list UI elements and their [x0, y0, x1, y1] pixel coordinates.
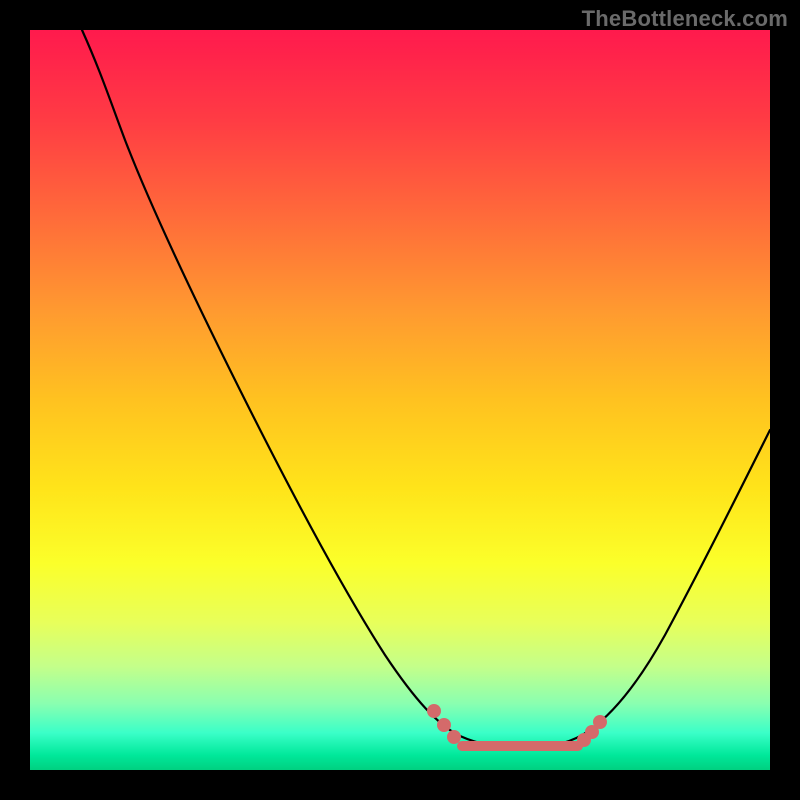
curve-svg — [30, 30, 770, 770]
dot-3 — [447, 730, 461, 744]
plot-area — [30, 30, 770, 770]
bottleneck-curve — [82, 30, 770, 748]
watermark-text: TheBottleneck.com — [582, 6, 788, 32]
dot-2 — [437, 718, 451, 732]
dot-1 — [427, 704, 441, 718]
dot-6 — [593, 715, 607, 729]
